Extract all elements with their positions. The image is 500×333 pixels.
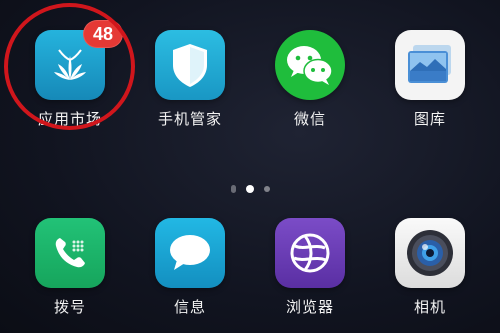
search-page-indicator-icon bbox=[230, 185, 236, 193]
app-browser[interactable]: 浏览器 bbox=[260, 218, 360, 317]
phone-manager-tile[interactable] bbox=[155, 30, 225, 100]
app-gallery[interactable]: 图库 bbox=[380, 30, 480, 129]
camera-tile[interactable] bbox=[395, 218, 465, 288]
landscape-photo-icon bbox=[408, 45, 451, 83]
app-wechat[interactable]: 微信 bbox=[260, 30, 360, 129]
page-dot bbox=[263, 186, 270, 192]
globe-icon bbox=[290, 233, 330, 273]
app-label: 应用市场 bbox=[37, 110, 102, 128]
app-label: 浏览器 bbox=[285, 298, 334, 316]
app-label: 信息 bbox=[173, 298, 206, 316]
dialer-tile[interactable] bbox=[35, 218, 105, 288]
camera-lens-icon bbox=[407, 230, 453, 276]
app-label: 图库 bbox=[413, 110, 446, 128]
app-dialer[interactable]: 拨号 bbox=[20, 218, 120, 317]
page-indicator[interactable] bbox=[0, 185, 500, 193]
app-messages[interactable]: 信息 bbox=[140, 218, 240, 317]
chat-bubble-icon bbox=[170, 235, 210, 270]
app-camera[interactable]: 相机 bbox=[380, 218, 480, 317]
app-appgallery[interactable]: 48 应用市场 bbox=[20, 20, 123, 129]
shield-icon bbox=[173, 44, 207, 87]
app-label: 拨号 bbox=[53, 298, 86, 316]
app-phone-manager[interactable]: 手机管家 bbox=[140, 30, 240, 129]
app-label: 微信 bbox=[293, 110, 326, 128]
notification-badge: 48 bbox=[83, 20, 123, 48]
appgallery-tile[interactable]: 48 bbox=[35, 20, 123, 100]
browser-tile[interactable] bbox=[275, 218, 345, 288]
huawei-logo-icon bbox=[54, 49, 86, 80]
wechat-tile[interactable] bbox=[275, 30, 345, 100]
app-label: 手机管家 bbox=[157, 110, 222, 128]
gallery-tile[interactable] bbox=[395, 30, 465, 100]
messages-tile[interactable] bbox=[155, 218, 225, 288]
wechat-bubbles-icon bbox=[287, 46, 333, 85]
page-dot-active bbox=[245, 185, 254, 193]
app-label: 相机 bbox=[413, 298, 446, 316]
phone-handset-icon bbox=[55, 238, 85, 268]
